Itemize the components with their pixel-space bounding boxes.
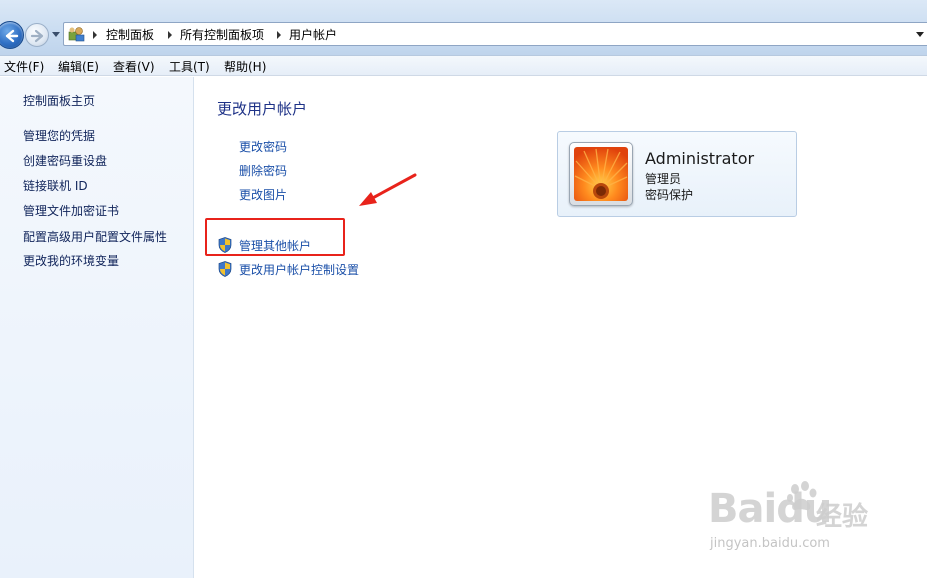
recent-pages-dropdown[interactable] [52, 32, 60, 37]
baidu-watermark: Baidu 经验 jingyan.baidu.com [708, 480, 893, 560]
address-dropdown-icon[interactable] [916, 32, 924, 37]
control-panel-icon [68, 27, 85, 42]
address-box[interactable]: 控制面板 所有控制面板项 用户帐户 [63, 22, 927, 46]
avatar[interactable] [569, 142, 633, 206]
flower-avatar-icon [574, 147, 628, 201]
watermark-url: jingyan.baidu.com [710, 536, 830, 551]
address-strip: 控制面板 所有控制面板项 用户帐户 [0, 0, 927, 56]
back-button[interactable] [0, 21, 24, 49]
breadcrumb-all-items[interactable]: 所有控制面板项 [180, 26, 264, 43]
change-picture-link[interactable]: 更改图片 [239, 186, 287, 203]
breadcrumb-user-accounts[interactable]: 用户帐户 [289, 26, 337, 43]
menu-view[interactable]: 查看(V) [113, 58, 155, 75]
back-arrow-icon [5, 29, 19, 43]
breadcrumb-separator-icon [277, 31, 281, 39]
sidebar: 控制面板主页 管理您的凭据 创建密码重设盘 链接联机 ID 管理文件加密证书 配… [0, 77, 194, 578]
sidebar-link-profile-properties[interactable]: 配置高级用户配置文件属性 [23, 228, 167, 245]
account-password-status: 密码保护 [645, 188, 694, 202]
uac-shield-icon [218, 261, 232, 277]
watermark-brand-cn: 经验 [816, 502, 869, 532]
annotation-highlight-box [205, 218, 345, 256]
breadcrumb-separator-icon [168, 31, 172, 39]
sidebar-link-password-reset-disk[interactable]: 创建密码重设盘 [23, 152, 107, 169]
account-role: 管理员 [645, 172, 682, 186]
page-title: 更改用户帐户 [217, 100, 308, 118]
forward-arrow-icon [30, 29, 44, 43]
menu-help[interactable]: 帮助(H) [224, 58, 266, 75]
sidebar-link-encryption-certs[interactable]: 管理文件加密证书 [23, 202, 119, 219]
sidebar-link-environment-variables[interactable]: 更改我的环境变量 [23, 252, 119, 269]
breadcrumb-control-panel[interactable]: 控制面板 [106, 26, 154, 43]
baidu-paw-icon [787, 481, 817, 511]
forward-button[interactable] [25, 23, 49, 47]
change-password-link[interactable]: 更改密码 [239, 138, 287, 155]
menu-bar: 文件(F) 编辑(E) 查看(V) 工具(T) 帮助(H) [0, 56, 927, 76]
annotation-arrow-icon [359, 173, 417, 206]
uac-settings-link[interactable]: 更改用户帐户控制设置 [239, 261, 359, 278]
menu-file[interactable]: 文件(F) [4, 58, 44, 75]
account-name: Administrator [645, 149, 755, 168]
sidebar-link-control-panel-home[interactable]: 控制面板主页 [23, 92, 95, 109]
menu-tools[interactable]: 工具(T) [169, 58, 210, 75]
account-tile: Administrator 管理员 密码保护 [557, 131, 797, 217]
menu-edit[interactable]: 编辑(E) [58, 58, 99, 75]
breadcrumb-separator-icon [93, 31, 97, 39]
remove-password-link[interactable]: 删除密码 [239, 162, 287, 179]
sidebar-link-credentials[interactable]: 管理您的凭据 [23, 127, 95, 144]
sidebar-link-online-id[interactable]: 链接联机 ID [23, 177, 88, 194]
